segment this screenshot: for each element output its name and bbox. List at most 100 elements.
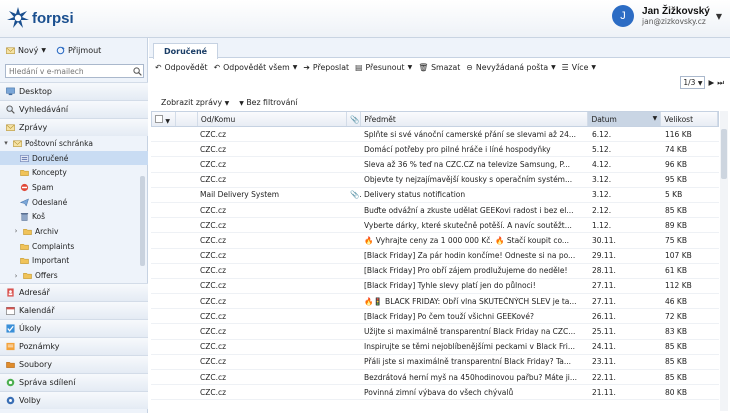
folder-mailbox[interactable]: ▾ Poštovní schránka xyxy=(0,136,148,151)
fetch-button[interactable]: Přijmout xyxy=(56,46,101,55)
row-from: CZC.cz xyxy=(200,266,227,276)
sidebar-item-calendar[interactable]: Kalendář xyxy=(0,300,148,319)
sidebar-item-notes[interactable]: Poznámky xyxy=(0,336,148,355)
sidebar-item-files[interactable]: Soubory xyxy=(0,354,148,373)
desktop-icon xyxy=(6,87,15,96)
row-size: 83 KB xyxy=(665,327,687,337)
chevron-down-icon[interactable]: ▼ xyxy=(165,118,170,125)
table-row[interactable]: CZC.cz 🔥 Vyhrajte ceny za 1 000 000 Kč. 🔥… xyxy=(151,233,719,249)
table-row[interactable]: CZC.cz Splňte si své vánoční camerské přá… xyxy=(151,127,719,143)
table-row[interactable]: CZC.cz Sleva až 36 % teď na CZC.CZ na tel… xyxy=(151,157,719,173)
table-row[interactable]: Mail Delivery System 📎 Delivery status not… xyxy=(151,188,719,203)
chevron-down-icon[interactable]: ▼ xyxy=(293,64,298,71)
chevron-down-icon[interactable]: ▼ xyxy=(591,64,596,71)
new-button[interactable]: Nový ▼ xyxy=(6,46,46,55)
folder-inbox[interactable]: Doručené xyxy=(0,150,148,166)
chevron-down-icon[interactable]: ▾ xyxy=(2,139,10,147)
table-row[interactable]: CZC.cz Inspirujte se těmi nejoblíbenějším… xyxy=(151,340,719,355)
spam-button[interactable]: ⊖ Nevyžádaná pošta ▼ xyxy=(466,63,555,72)
tab-inbox[interactable]: Doručené xyxy=(153,43,219,59)
folder-important[interactable]: Important xyxy=(0,254,148,269)
row-size: 80 KB xyxy=(665,387,687,397)
sidebar-item-share-management[interactable]: Správa sdílení xyxy=(0,372,148,391)
table-row[interactable]: CZC.cz [Black Friday] Po čem touží všichn… xyxy=(151,309,719,325)
sidebar-item-messages[interactable]: Zprávy xyxy=(0,118,148,136)
more-button-label: Více xyxy=(571,62,589,72)
drafts-icon xyxy=(20,170,29,177)
folder-trash[interactable]: Koš xyxy=(0,209,148,224)
forward-button[interactable]: ➔ Přeposlat xyxy=(303,63,349,72)
reply-all-button[interactable]: ↶ Odpovědět všem ▼ xyxy=(214,63,298,72)
table-row[interactable]: CZC.cz [Black Friday] Pro obří zájem prod… xyxy=(151,264,719,279)
table-row[interactable]: CZC.cz Domácí potřeby pro pilné hráče i l… xyxy=(151,142,719,158)
chevron-down-icon[interactable]: ▼ xyxy=(408,64,413,71)
sidebar-item-label: Desktop xyxy=(19,87,52,96)
reply-button[interactable]: ↶ Odpovědět xyxy=(155,63,208,72)
table-row[interactable]: CZC.cz 🔥🚦 BLACK FRIDAY: Obří vlna SKUTEČN… xyxy=(151,294,719,310)
chevron-down-icon[interactable]: ▼ xyxy=(551,64,556,71)
no-filter-dropdown[interactable]: ▼ Bez filtrování xyxy=(239,98,297,107)
logo[interactable]: forpsi xyxy=(6,6,74,30)
select-all-checkbox[interactable]: ▼ xyxy=(152,112,176,126)
table-row[interactable]: CZC.cz Objevte ty nejzajímavější kousky s… xyxy=(151,173,719,188)
sidebar-item-desktop[interactable]: Desktop xyxy=(0,82,148,100)
column-flags[interactable] xyxy=(176,112,198,126)
sidebar-item-search[interactable]: Vyhledávání xyxy=(0,100,148,118)
spam-icon: ⊖ xyxy=(466,62,473,72)
search-icon[interactable] xyxy=(133,67,142,76)
column-size[interactable]: Velikost xyxy=(661,112,718,126)
user-menu[interactable]: J Jan Žižkovský jan@zizkovsky.cz ▼ xyxy=(612,5,722,27)
message-list-scrollbar[interactable] xyxy=(720,111,728,411)
table-row[interactable]: CZC.cz Přáli jste si maximálně transparen… xyxy=(151,355,719,370)
delete-button[interactable]: 🗑 Smazat xyxy=(418,63,460,72)
message-toolbar: ↶ Odpovědět ↶ Odpovědět všem ▼ ➔ Přeposl… xyxy=(149,58,730,76)
avatar[interactable]: J xyxy=(612,5,635,27)
folder-spam[interactable]: Spam xyxy=(0,180,148,195)
more-button[interactable]: ☰ Více ▼ xyxy=(562,63,596,72)
search-input[interactable] xyxy=(5,64,144,78)
folder-complaints[interactable]: Complaints xyxy=(0,239,148,254)
trash-icon: 🗑 xyxy=(418,62,429,72)
chevron-down-icon[interactable]: ▼ xyxy=(716,12,722,21)
table-row[interactable]: CZC.cz Užijte si maximálně transparentní … xyxy=(151,324,719,340)
checkbox-icon[interactable] xyxy=(155,115,163,123)
pager: 1/3 ▼ ▶ ⏭ xyxy=(680,76,724,89)
scrollbar-thumb[interactable] xyxy=(721,129,727,179)
folder-drafts[interactable]: Koncepty xyxy=(0,165,148,180)
new-button-label: Nový xyxy=(18,45,39,55)
table-row[interactable]: CZC.cz Povinná zimní výbava do všech chýv… xyxy=(151,385,719,401)
move-button[interactable]: ▤ Přesunout ▼ xyxy=(355,63,412,72)
table-row[interactable]: CZC.cz Vyberte dárky, které skutečně potě… xyxy=(151,218,719,234)
show-messages-dropdown[interactable]: Zobrazit zprávy ▼ xyxy=(161,98,229,107)
column-subject[interactable]: Předmět xyxy=(361,112,589,126)
table-row[interactable]: CZC.cz Bezdrátová herní myš na 450hodinov… xyxy=(151,370,719,386)
row-date: 2.12. xyxy=(592,205,612,215)
column-from[interactable]: Od/Komu xyxy=(198,112,348,126)
row-size: 112 KB xyxy=(665,281,692,291)
row-size: 107 KB xyxy=(665,251,692,261)
chevron-right-icon[interactable]: › xyxy=(12,227,20,235)
row-from: CZC.cz xyxy=(200,205,227,215)
sidebar-item-address-book[interactable]: Adresář xyxy=(0,282,148,301)
notes-icon xyxy=(6,342,15,350)
row-subject: Sleva až 36 % teď na CZC.CZ na televize … xyxy=(364,159,570,169)
sidebar-item-settings[interactable]: Volby xyxy=(0,390,148,409)
table-row[interactable]: CZC.cz Buďte odvážní a zkuste udělat GEEK… xyxy=(151,203,719,219)
page-select[interactable]: 1/3 ▼ xyxy=(680,76,706,89)
next-page-icon[interactable]: ▶ xyxy=(708,78,714,87)
table-row[interactable]: CZC.cz [Black Friday] Za pár hodin končím… xyxy=(151,249,719,264)
share-icon xyxy=(6,378,15,387)
chevron-down-icon[interactable]: ▼ xyxy=(41,47,46,54)
folder-sent[interactable]: Odeslané xyxy=(0,195,148,210)
row-subject: Užijte si maximálně transparentní Black … xyxy=(364,327,576,337)
last-page-icon[interactable]: ⏭ xyxy=(717,78,724,88)
chevron-right-icon[interactable]: › xyxy=(12,272,20,280)
sidebar-scrollbar[interactable] xyxy=(140,176,145,266)
table-row[interactable]: CZC.cz [Black Friday] Tyhle slevy platí j… xyxy=(151,279,719,295)
folder-archive[interactable]: › Archiv xyxy=(0,224,148,239)
row-date: 4.12. xyxy=(592,159,612,169)
column-date[interactable]: Datum ▼ xyxy=(588,112,662,126)
sidebar-item-tasks[interactable]: Úkoly xyxy=(0,318,148,337)
folder-offers[interactable]: › Offers xyxy=(0,268,148,283)
paperclip-icon[interactable]: 📎 xyxy=(347,112,362,126)
